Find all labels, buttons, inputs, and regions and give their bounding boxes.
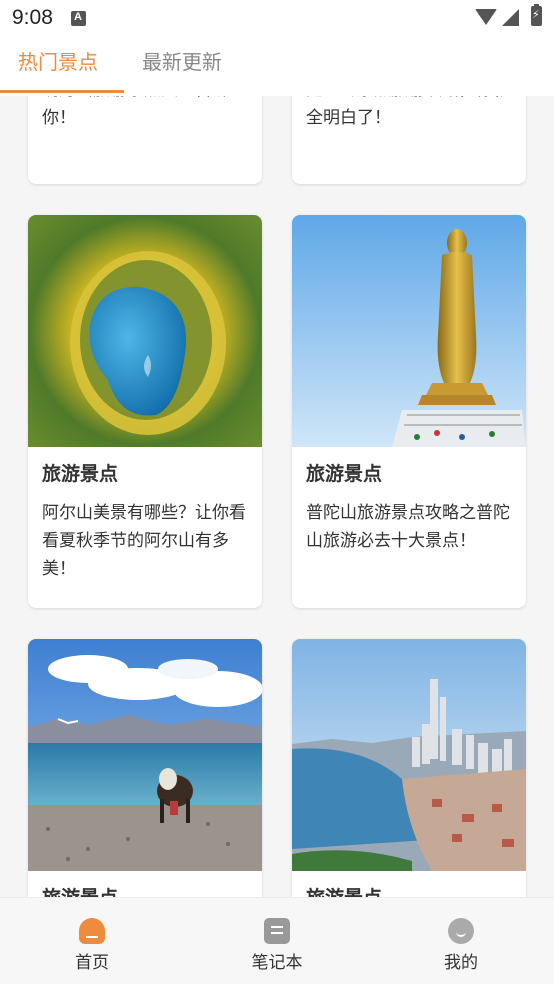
nav-label: 首页 (75, 953, 109, 973)
coastal-city-photo (292, 639, 526, 871)
nav-notebook[interactable]: 笔记本 (232, 918, 322, 973)
attraction-card[interactable]: 旅游景点 (292, 639, 526, 897)
yak-lakeside-photo (28, 639, 262, 871)
profile-icon (448, 918, 474, 944)
attraction-card[interactable]: 旅游景点 (28, 639, 262, 897)
nav-home[interactable]: 首页 (47, 918, 137, 973)
nav-label: 我的 (444, 953, 478, 973)
wifi-icon (475, 9, 497, 25)
card-title: 旅游景点 (28, 871, 262, 897)
cellular-signal-icon (502, 9, 519, 26)
card-title: 旅游景点 (306, 463, 383, 485)
attraction-card[interactable]: 旅游景点 普陀山旅游景点攻略之普陀山旅游必去十大景点！ (292, 215, 526, 608)
forest-lake-photo (28, 215, 262, 447)
status-bar: 9:08 (0, 0, 554, 36)
notification-icon (71, 11, 86, 26)
category-tabs: 热门景点 最新更新 (0, 36, 554, 96)
card-desc: 明月山旅游景点大全告诉你！ (42, 96, 229, 128)
battery-charging-icon (531, 4, 542, 26)
attraction-feed[interactable]: 明月山旅游景点大全告诉你！ 完篁岭景点旅游攻略，你就全明白了！ (0, 96, 554, 897)
tab-hot-attractions[interactable]: 热门景点 (18, 46, 98, 75)
attraction-card[interactable]: 完篁岭景点旅游攻略，你就全明白了！ (292, 96, 526, 184)
golden-buddha-statue-photo (292, 215, 526, 447)
home-icon (79, 918, 105, 944)
card-desc: 普陀山旅游景点攻略之普陀山旅游必去十大景点！ (306, 503, 510, 551)
nav-profile[interactable]: 我的 (416, 918, 506, 973)
card-desc: 完篁岭景点旅游攻略，你就全明白了！ (306, 96, 510, 128)
active-tab-indicator (0, 90, 124, 93)
attraction-card[interactable]: 明月山旅游景点大全告诉你！ (28, 96, 262, 184)
bottom-navigation: 首页 笔记本 我的 (0, 897, 554, 984)
card-desc: 阿尔山美景有哪些？让你看看夏秋季节的阿尔山有多美！ (42, 503, 246, 579)
tab-latest-updates[interactable]: 最新更新 (142, 46, 222, 75)
notebook-icon (264, 918, 290, 944)
card-title: 旅游景点 (42, 463, 119, 485)
status-time: 9:08 (12, 6, 53, 29)
card-title: 旅游景点 (292, 871, 526, 897)
attraction-card[interactable]: 旅游景点 阿尔山美景有哪些？让你看看夏秋季节的阿尔山有多美！ (28, 215, 262, 608)
nav-label: 笔记本 (251, 953, 303, 973)
